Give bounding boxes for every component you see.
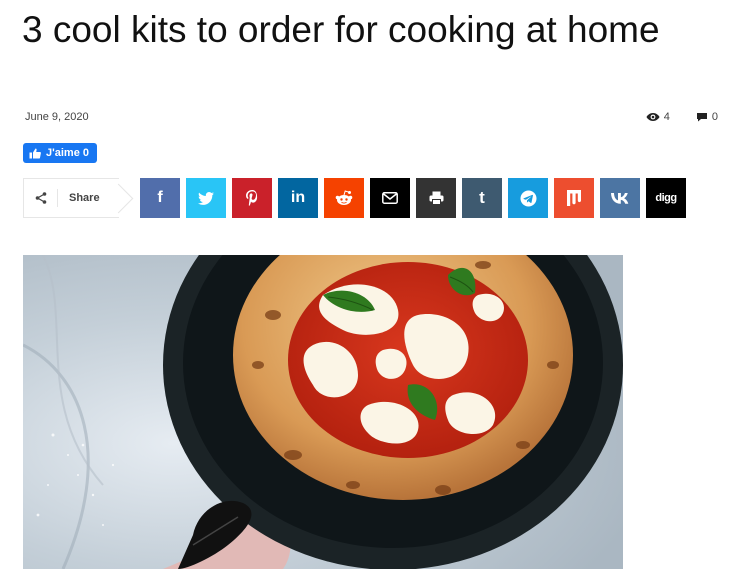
vk-share-button[interactable] xyxy=(600,178,640,218)
digg-share-button[interactable]: digg xyxy=(646,178,686,218)
pinterest-share-button[interactable] xyxy=(232,178,272,218)
reddit-share-button[interactable] xyxy=(324,178,364,218)
twitter-icon xyxy=(198,191,214,205)
tumblr-icon: t xyxy=(479,188,485,207)
article-title: 3 cool kits to order for cooking at home xyxy=(22,9,660,50)
tumblr-share-button[interactable]: t xyxy=(462,178,502,218)
digg-icon: digg xyxy=(655,192,677,204)
views-counter: 4 xyxy=(646,111,670,123)
print-button[interactable] xyxy=(416,178,456,218)
article-featured-image xyxy=(23,255,623,569)
mix-icon xyxy=(567,190,581,206)
facebook-share-button[interactable]: f xyxy=(140,178,180,218)
like-label: J'aime 0 xyxy=(46,147,89,159)
share-button[interactable]: Share xyxy=(23,178,119,218)
share-icon xyxy=(24,189,58,207)
comments-count: 0 xyxy=(711,111,718,123)
social-share-buttons: f in t digg xyxy=(140,178,686,218)
printer-icon xyxy=(429,191,444,205)
facebook-icon: f xyxy=(157,189,163,206)
telegram-icon xyxy=(520,190,537,207)
article-stats: 4 0 xyxy=(646,111,718,123)
comment-icon xyxy=(696,112,708,122)
twitter-share-button[interactable] xyxy=(186,178,226,218)
views-count: 4 xyxy=(663,111,670,123)
facebook-like-button[interactable]: J'aime 0 xyxy=(23,143,97,163)
mail-icon xyxy=(382,192,398,204)
eye-icon xyxy=(646,112,660,122)
email-share-button[interactable] xyxy=(370,178,410,218)
article-date: June 9, 2020 xyxy=(25,111,89,123)
linkedin-share-button[interactable]: in xyxy=(278,178,318,218)
linkedin-icon: in xyxy=(290,189,306,206)
mix-share-button[interactable] xyxy=(554,178,594,218)
vk-icon xyxy=(611,192,629,204)
pinterest-icon xyxy=(246,190,258,206)
thumbs-up-icon xyxy=(29,148,41,159)
reddit-icon xyxy=(335,190,353,206)
telegram-share-button[interactable] xyxy=(508,178,548,218)
comments-counter[interactable]: 0 xyxy=(696,111,718,123)
share-label: Share xyxy=(69,192,100,204)
